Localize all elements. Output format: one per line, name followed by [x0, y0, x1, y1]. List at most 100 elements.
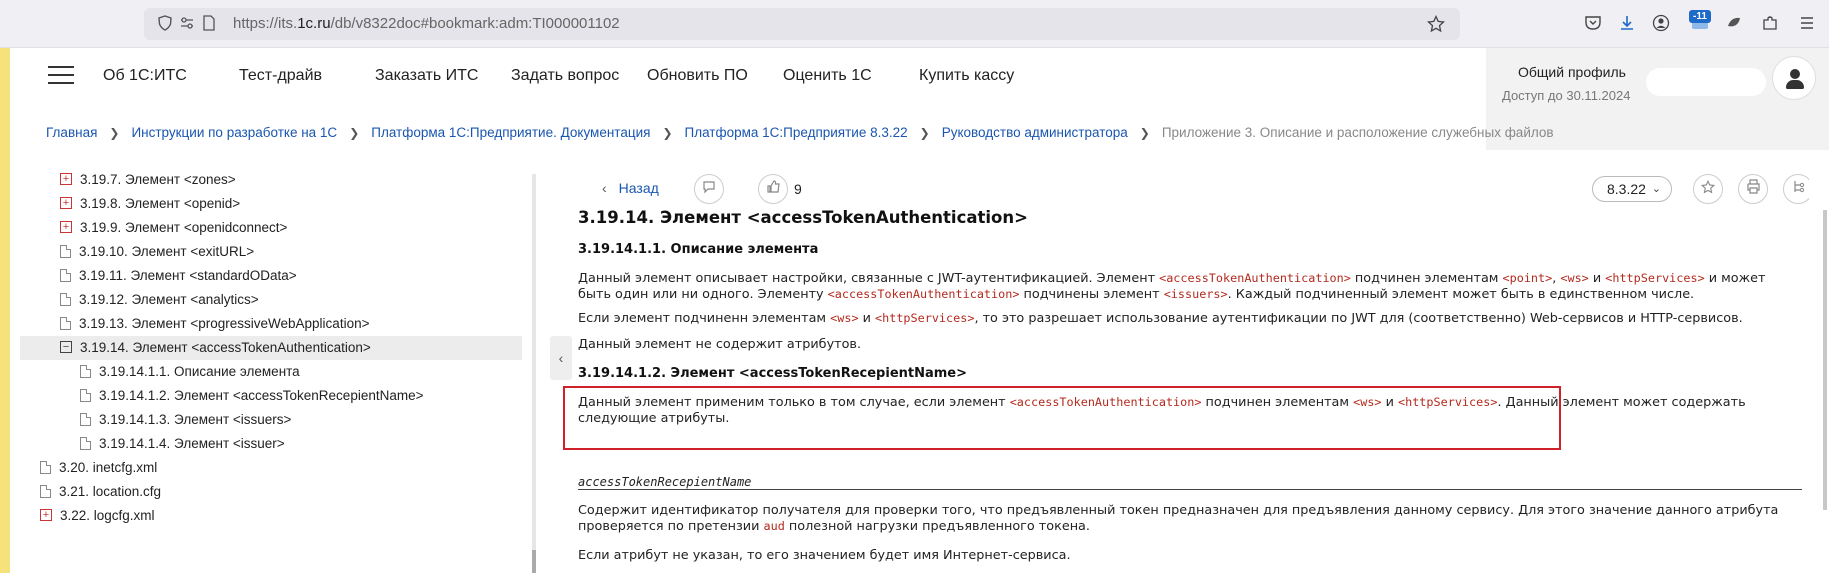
nav-item-rate-1c[interactable]: Оценить 1С: [783, 66, 872, 86]
expand-plus-icon[interactable]: +: [60, 197, 72, 210]
sidebar-subitem[interactable]: 3.19.14.1.4. Элемент <issuer>: [80, 432, 285, 456]
chevron-right-icon: ❯: [1139, 126, 1150, 140]
chevron-right-icon: ❯: [349, 126, 360, 140]
printer-icon: [1746, 179, 1760, 194]
attribute-name: accessTokenRecepientName: [578, 475, 752, 489]
sidebar-subitem[interactable]: 3.19.14.1.2. Элемент <accessTokenRecepie…: [80, 384, 424, 408]
divider: [578, 489, 1802, 490]
url-domain: 1c.ru: [297, 15, 331, 32]
chevron-down-icon: ⌄: [1651, 183, 1661, 195]
profile-name-redacted: [1646, 68, 1766, 96]
breadcrumb-dev-instructions[interactable]: Инструкции по разработке на 1С: [131, 125, 337, 140]
app-menu-icon[interactable]: [1797, 14, 1817, 34]
sidebar-item[interactable]: +3.22. logcfg.xml: [40, 504, 155, 528]
back-button[interactable]: ‹ Назад: [602, 180, 659, 196]
sidebar-tree: +3.19.7. Элемент <zones> +3.19.8. Элемен…: [10, 170, 540, 573]
section-heading: 3.19.14.1.1. Описание элемента: [578, 242, 819, 257]
document-icon: [80, 412, 91, 426]
nav-item-about[interactable]: Об 1С:ИТС: [103, 66, 187, 86]
content-scrollbar-thumb[interactable]: [1823, 210, 1827, 510]
chevron-left-icon: ‹: [558, 350, 564, 366]
avatar-icon[interactable]: [1772, 56, 1816, 100]
paragraph: Если атрибут не указан, то его значением…: [578, 548, 1071, 563]
nav-item-buy-register[interactable]: Купить кассу: [919, 66, 1014, 86]
sidebar-subitem[interactable]: 3.19.14.1.1. Описание элемента: [80, 360, 300, 384]
download-icon[interactable]: [1617, 14, 1637, 34]
extensions-puzzle-icon[interactable]: [1760, 14, 1780, 34]
thumbs-up-icon: [766, 180, 780, 193]
collapse-sidebar-button[interactable]: ‹: [550, 336, 572, 380]
hierarchy-icon: [1793, 181, 1804, 193]
url-path: /db/v8322doc#bookmark:adm:TI000001102: [330, 15, 620, 32]
sidebar-item[interactable]: 3.19.12. Элемент <analytics>: [60, 288, 259, 312]
sidebar-scrollbar-thumb[interactable]: [532, 550, 536, 573]
paragraph: Данный элемент описывает настройки, связ…: [578, 271, 1766, 302]
sidebar-item-active[interactable]: −3.19.14. Элемент <accessTokenAuthentica…: [20, 336, 522, 360]
document-icon: [40, 484, 51, 498]
left-accent-stripe: [0, 48, 10, 573]
nav-item-order-its[interactable]: Заказать ИТС: [375, 66, 478, 86]
vpn-icon[interactable]: [1724, 14, 1744, 34]
page-icon[interactable]: [200, 15, 218, 33]
sidebar-subitem[interactable]: 3.19.14.1.3. Элемент <issuers>: [80, 408, 291, 432]
breadcrumb: Главная ❯ Инструкции по разработке на 1С ❯ П…: [46, 124, 1554, 142]
sidebar-item[interactable]: 3.19.10. Элемент <exitURL>: [60, 240, 254, 264]
like-count: 9: [794, 181, 802, 197]
document-icon: [80, 436, 91, 450]
account-icon[interactable]: [1651, 14, 1671, 34]
document-icon: [80, 388, 91, 402]
star-icon: [1700, 179, 1716, 194]
paragraph: Данный элемент не содержит атрибутов.: [578, 337, 862, 352]
extension-badge: -11: [1689, 10, 1711, 23]
chevron-right-icon: ❯: [919, 126, 930, 140]
sidebar-item[interactable]: +3.19.9. Элемент <openidconnect>: [60, 216, 287, 240]
browser-toolbar: https://its.1c.ru/db/v8322doc#bookmark:a…: [0, 0, 1829, 48]
sidebar-item[interactable]: +3.19.8. Элемент <openid>: [60, 192, 240, 216]
document-icon: [40, 460, 51, 474]
comment-button[interactable]: [694, 174, 724, 204]
chevron-right-icon: ❯: [109, 126, 120, 140]
breadcrumb-platform-version[interactable]: Платформа 1С:Предприятие 8.3.22: [685, 125, 908, 140]
chevron-right-icon: ❯: [662, 126, 673, 140]
document-icon: [60, 316, 71, 330]
menu-hamburger-icon[interactable]: [48, 66, 74, 86]
print-button[interactable]: [1738, 174, 1768, 204]
profile-access: Доступ до 30.11.2024: [1502, 88, 1631, 103]
expand-plus-icon[interactable]: +: [60, 173, 72, 186]
document-icon: [60, 268, 71, 282]
sidebar-item[interactable]: +3.19.7. Элемент <zones>: [60, 170, 236, 192]
url-bar[interactable]: https://its.1c.ru/db/v8322doc#bookmark:a…: [144, 8, 1460, 40]
breadcrumb-home[interactable]: Главная: [46, 125, 97, 140]
shield-icon[interactable]: [156, 15, 174, 33]
profile-title: Общий профиль: [1518, 64, 1626, 80]
nav-item-ask-question[interactable]: Задать вопрос: [511, 66, 619, 86]
expand-plus-icon[interactable]: +: [40, 509, 52, 522]
nav-item-update-software[interactable]: Обновить ПО: [647, 66, 748, 86]
sidebar-item[interactable]: 3.19.13. Элемент <progressiveWebApplicat…: [60, 312, 369, 336]
nav-item-test-drive[interactable]: Тест-драйв: [239, 66, 322, 86]
url-prefix: https://its.: [233, 15, 298, 32]
sidebar-scrollbar[interactable]: [532, 174, 536, 573]
highlight-annotation: [563, 386, 1561, 450]
tune-icon[interactable]: [178, 15, 196, 33]
bookmark-star-icon[interactable]: [1426, 14, 1446, 33]
like-button[interactable]: [758, 174, 788, 204]
sidebar-item[interactable]: 3.20. inetcfg.xml: [40, 456, 157, 480]
article-content: ‹ Назад 9 8.3.22 ⌄ 3.19.14. Элемент <acces…: [572, 170, 1809, 573]
pocket-icon[interactable]: [1583, 14, 1603, 34]
structure-button[interactable]: [1783, 174, 1809, 204]
collapse-minus-icon[interactable]: −: [60, 341, 72, 354]
section-heading: 3.19.14.1.2. Элемент <accessTokenRecepie…: [578, 366, 968, 381]
breadcrumb-admin-guide[interactable]: Руководство администратора: [942, 125, 1128, 140]
article-title: 3.19.14. Элемент <accessTokenAuthenticat…: [578, 208, 1028, 227]
breadcrumb-platform-docs[interactable]: Платформа 1С:Предприятие. Документация: [371, 125, 650, 140]
sidebar-item[interactable]: 3.21. location.cfg: [40, 480, 161, 504]
url-text[interactable]: https://its.1c.ru/db/v8322doc#bookmark:a…: [233, 15, 620, 33]
paragraph: Если элемент подчиненн элементам <ws> и …: [578, 311, 1743, 326]
comment-icon: [703, 181, 715, 194]
version-select[interactable]: 8.3.22 ⌄: [1592, 176, 1672, 202]
document-icon: [80, 364, 91, 378]
favorite-button[interactable]: [1693, 174, 1723, 204]
expand-plus-icon[interactable]: +: [60, 221, 72, 234]
sidebar-item[interactable]: 3.19.11. Элемент <standardOData>: [60, 264, 297, 288]
